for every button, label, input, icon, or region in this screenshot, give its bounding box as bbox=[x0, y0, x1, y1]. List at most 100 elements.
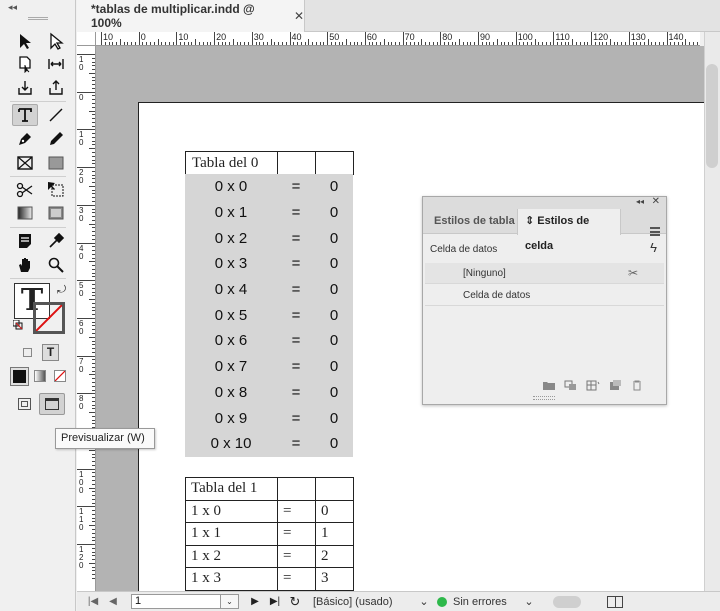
table-0-title[interactable]: Tabla del 0 bbox=[185, 151, 278, 175]
table-0-header[interactable]: Tabla del 0 bbox=[185, 151, 354, 175]
gradient-swatch-tool-icon[interactable] bbox=[12, 202, 38, 224]
table-cell[interactable]: 0 bbox=[315, 255, 353, 272]
content-placer-icon[interactable] bbox=[43, 77, 69, 99]
horizontal-ruler[interactable]: 10 0 10 20 30 40 50 60 70 80 90 100 110 120 130 140 bbox=[96, 32, 700, 46]
collapse-icon[interactable]: ◂◂ bbox=[8, 2, 17, 13]
table-row[interactable]: 0 x 3 = 0 bbox=[185, 251, 353, 277]
apply-color-icon[interactable] bbox=[10, 367, 29, 386]
table-cell[interactable]: = bbox=[277, 307, 315, 324]
table-cell[interactable]: 1 bbox=[315, 522, 354, 546]
table-cell[interactable]: 2 bbox=[315, 544, 354, 568]
table-cell[interactable]: 0 x 2 bbox=[185, 230, 277, 247]
apply-none-icon[interactable] bbox=[54, 370, 66, 382]
table-cell[interactable]: = bbox=[277, 358, 315, 375]
delete-icon[interactable] bbox=[630, 380, 644, 391]
close-icon[interactable]: ✕ bbox=[294, 9, 304, 23]
table-row[interactable]: 0 x 9 = 0 bbox=[185, 405, 353, 431]
style-item-celda-de-datos[interactable]: Celda de datos bbox=[425, 285, 664, 306]
tab-table-styles[interactable]: Estilos de tabla bbox=[427, 209, 517, 234]
style-item-none[interactable]: [Ninguno] ✂ bbox=[425, 263, 664, 284]
close-icon[interactable]: ✕ bbox=[652, 196, 660, 207]
table-row[interactable]: 1 x 1 = 1 bbox=[185, 522, 354, 546]
rectangle-frame-tool-icon[interactable] bbox=[12, 152, 38, 174]
table-cell[interactable]: 0 x 9 bbox=[185, 410, 277, 427]
table-cell[interactable]: 0 bbox=[315, 410, 353, 427]
ruler-origin[interactable] bbox=[77, 32, 96, 46]
table-cell[interactable] bbox=[315, 151, 354, 175]
pencil-tool-icon[interactable] bbox=[43, 128, 69, 150]
table-row[interactable]: 1 x 0 = 0 bbox=[185, 499, 354, 523]
table-cell[interactable]: = bbox=[277, 230, 315, 247]
last-page-icon[interactable]: ▶| bbox=[265, 596, 285, 607]
table-cell[interactable]: 0 bbox=[315, 204, 353, 221]
table-cell[interactable]: = bbox=[277, 281, 315, 298]
gradient-feather-tool-icon[interactable] bbox=[43, 202, 69, 224]
stroke-swatch[interactable] bbox=[33, 302, 65, 334]
table-cell[interactable]: 0 bbox=[315, 499, 354, 523]
note-tool-icon[interactable] bbox=[12, 230, 38, 252]
refresh-icon[interactable]: ↻ bbox=[285, 594, 305, 610]
normal-mode-icon[interactable] bbox=[18, 398, 31, 410]
table-cell[interactable]: 0 bbox=[315, 332, 353, 349]
table-row[interactable]: 1 x 2 = 2 bbox=[185, 544, 354, 568]
first-page-icon[interactable]: |◀ bbox=[83, 596, 103, 607]
style-dropdown-icon[interactable]: ⌄ bbox=[413, 595, 435, 608]
preview-mode-button[interactable] bbox=[39, 393, 65, 415]
new-style-from-selection-icon[interactable] bbox=[586, 380, 600, 391]
table-row[interactable]: 0 x 6 = 0 bbox=[185, 328, 353, 354]
table-row[interactable]: 1 x 3 = 3 bbox=[185, 567, 354, 591]
panel-resize-grip[interactable] bbox=[533, 396, 555, 400]
panel-title-bar[interactable]: ◂◂ ✕ bbox=[423, 196, 666, 209]
selection-tool-icon[interactable] bbox=[12, 30, 38, 52]
table-row[interactable]: 0 x 0 = 0 bbox=[185, 174, 353, 200]
table-cell[interactable] bbox=[315, 477, 354, 501]
table-cell[interactable]: 0 bbox=[315, 384, 353, 401]
type-tool-icon[interactable] bbox=[12, 104, 38, 126]
table-cell[interactable]: 0 bbox=[315, 307, 353, 324]
table-cell[interactable]: = bbox=[277, 522, 316, 546]
table-cell[interactable]: 0 x 0 bbox=[185, 178, 277, 195]
scissors-tool-icon[interactable] bbox=[12, 179, 38, 201]
rectangle-tool-icon[interactable] bbox=[43, 152, 69, 174]
table-cell[interactable]: = bbox=[277, 544, 316, 568]
table-cell[interactable]: 0 x 8 bbox=[185, 384, 277, 401]
table-cell[interactable] bbox=[277, 151, 316, 175]
panel-menu-icon[interactable] bbox=[650, 227, 660, 236]
gap-tool-icon[interactable] bbox=[43, 53, 69, 75]
table-cell[interactable]: = bbox=[277, 567, 316, 591]
table-cell[interactable]: = bbox=[277, 499, 316, 523]
table-0-body[interactable]: 0 x 0 = 0 0 x 1 = 0 0 x 2 = 0 0 x 3 = 0 0 x 4 = 0 0 x 5… bbox=[185, 174, 353, 457]
table-row[interactable]: 0 x 7 = 0 bbox=[185, 354, 353, 380]
table-cell[interactable]: = bbox=[277, 332, 315, 349]
document-tab[interactable]: *tablas de multiplicar.indd @ 100% ✕ bbox=[77, 0, 305, 32]
table-cell[interactable]: 0 x 7 bbox=[185, 358, 277, 375]
collapse-icon[interactable]: ◂◂ bbox=[636, 197, 644, 206]
vertical-scrollbar-thumb[interactable] bbox=[706, 64, 718, 168]
new-style-icon[interactable] bbox=[608, 379, 622, 391]
new-group-icon[interactable] bbox=[542, 380, 556, 391]
table-cell[interactable]: 0 x 1 bbox=[185, 204, 277, 221]
pen-tool-icon[interactable] bbox=[12, 128, 38, 150]
table-cell[interactable]: 0 bbox=[315, 178, 353, 195]
formatting-affects-text-icon[interactable]: T bbox=[42, 344, 59, 361]
direct-selection-tool-icon[interactable] bbox=[43, 30, 69, 52]
table-cell[interactable]: 0 bbox=[315, 358, 353, 375]
table-cell[interactable]: = bbox=[277, 410, 315, 427]
table-cell[interactable]: 0 x 10 bbox=[185, 435, 277, 452]
table-row[interactable]: 0 x 1 = 0 bbox=[185, 200, 353, 226]
free-transform-tool-icon[interactable] bbox=[43, 179, 69, 201]
content-collector-icon[interactable] bbox=[12, 77, 38, 99]
default-colors-icon[interactable] bbox=[12, 319, 23, 330]
table-cell[interactable]: 0 bbox=[315, 281, 353, 298]
table-cell[interactable]: 0 bbox=[315, 435, 353, 452]
split-window-icon[interactable] bbox=[607, 595, 623, 608]
table-cell[interactable]: 3 bbox=[315, 567, 354, 591]
page-number-field[interactable]: 1 bbox=[131, 594, 221, 609]
zoom-tool-icon[interactable] bbox=[43, 254, 69, 276]
table-cell[interactable]: 0 x 4 bbox=[185, 281, 277, 298]
clear-overrides-icon[interactable]: ✂ bbox=[628, 263, 638, 284]
table-row[interactable]: 0 x 4 = 0 bbox=[185, 277, 353, 303]
formatting-affects-container-icon[interactable] bbox=[23, 348, 32, 357]
hand-tool-icon[interactable] bbox=[12, 254, 38, 276]
table-cell[interactable]: 0 x 3 bbox=[185, 255, 277, 272]
